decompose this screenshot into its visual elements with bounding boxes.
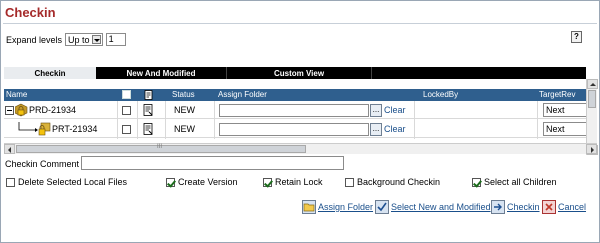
item-name[interactable]: PRT-21934 <box>52 120 97 138</box>
item-name[interactable]: PRD-21934 <box>29 101 76 119</box>
collapse-icon[interactable] <box>5 101 14 119</box>
checkin-label[interactable]: Checkin <box>507 202 540 212</box>
checkin-comment-label: Checkin Comment <box>5 159 80 169</box>
assign-folder-button[interactable]: Assign Folder <box>302 200 373 214</box>
delete-local-files-checkbox[interactable] <box>6 177 15 187</box>
option-label: Background Checkin <box>357 177 441 187</box>
document-status-icon <box>143 120 154 138</box>
row-checkbox[interactable] <box>122 120 131 138</box>
document-status-icon <box>143 101 154 119</box>
tab-bar: Checkin New And Modified Custom View <box>4 67 586 79</box>
clear-link[interactable]: Clear <box>384 105 406 115</box>
help-icon[interactable]: ? <box>571 31 582 43</box>
create-version-option[interactable]: Create Version <box>166 177 238 187</box>
tree-connector-icon <box>18 120 40 138</box>
row-checkbox[interactable] <box>122 101 131 119</box>
table-row[interactable]: PRD-21934 NEW ... Clear Next <box>4 101 587 119</box>
part-lock-icon <box>38 120 52 138</box>
browse-folder-button[interactable]: ... <box>370 104 382 117</box>
scroll-left-icon[interactable] <box>4 144 15 154</box>
assign-folder-input[interactable] <box>219 104 369 117</box>
column-target-rev[interactable]: TargetRev <box>539 89 575 101</box>
horizontal-scrollbar[interactable]: III <box>4 143 597 154</box>
scroll-right-icon[interactable] <box>586 144 597 154</box>
tab-checkin[interactable]: Checkin <box>4 67 96 79</box>
browse-folder-button[interactable]: ... <box>370 123 382 136</box>
folder-icon <box>302 200 316 214</box>
tab-custom-view[interactable]: Custom View <box>227 67 372 79</box>
scroll-thumb[interactable]: III <box>16 144 306 153</box>
document-status-icon <box>144 90 153 100</box>
expand-levels: Expand levels Up to 1 <box>6 33 126 46</box>
target-rev-select[interactable]: Next <box>543 103 587 117</box>
expand-level-input[interactable]: 1 <box>105 33 126 46</box>
checkin-dialog: Checkin Expand levels Up to 1 ? Checkin … <box>0 0 600 243</box>
checkmark-icon <box>375 200 389 214</box>
expand-mode-value: Up to <box>68 34 90 45</box>
delete-local-files-option[interactable]: Delete Selected Local Files <box>6 177 127 187</box>
chevron-down-icon[interactable] <box>91 35 101 44</box>
arrow-right-icon <box>491 200 505 214</box>
column-locked-by[interactable]: LockedBy <box>423 89 458 101</box>
tab-bar-filler <box>372 67 586 79</box>
option-label: Retain Lock <box>275 177 323 187</box>
target-rev-select[interactable]: Next <box>543 122 587 136</box>
clear-link[interactable]: Clear <box>384 124 406 134</box>
background-checkin-option[interactable]: Background Checkin <box>345 177 440 187</box>
tab-new-and-modified[interactable]: New And Modified <box>96 67 227 79</box>
table-row[interactable]: PRT-21934 NEW ... Clear Next <box>4 120 587 138</box>
assign-folder-label[interactable]: Assign Folder <box>318 202 373 212</box>
select-new-and-modified-label[interactable]: Select New and Modified <box>391 202 491 212</box>
status-value: NEW <box>174 124 195 134</box>
cancel-label[interactable]: Cancel <box>558 202 586 212</box>
checkin-comment-input[interactable] <box>81 156 344 170</box>
select-all-children-checkbox[interactable] <box>472 177 481 187</box>
scroll-thumb[interactable] <box>588 90 596 108</box>
expand-levels-label: Expand levels <box>6 34 63 45</box>
cancel-button[interactable]: Cancel <box>542 200 586 214</box>
column-assign-folder[interactable]: Assign Folder <box>218 89 267 101</box>
grid-header: Name Status Assign Folder LockedBy Targe… <box>4 89 586 101</box>
close-icon <box>542 200 556 214</box>
scroll-grip: III <box>157 144 163 150</box>
assign-folder-input[interactable] <box>219 123 369 136</box>
create-version-checkbox[interactable] <box>166 177 175 187</box>
select-new-and-modified-button[interactable]: Select New and Modified <box>375 200 491 214</box>
background-checkin-checkbox[interactable] <box>345 177 354 187</box>
expand-mode-select[interactable]: Up to <box>65 33 103 46</box>
product-lock-icon <box>15 101 30 119</box>
option-label: Create Version <box>178 177 238 187</box>
select-all-checkbox[interactable] <box>122 90 131 99</box>
retain-lock-option[interactable]: Retain Lock <box>263 177 323 187</box>
option-label: Select all Children <box>484 177 557 187</box>
status-value: NEW <box>174 105 195 115</box>
column-status[interactable]: Status <box>172 89 195 101</box>
checkin-button[interactable]: Checkin <box>491 200 540 214</box>
title-divider <box>3 23 597 24</box>
page-title: Checkin <box>5 5 56 20</box>
select-all-children-option[interactable]: Select all Children <box>472 177 557 187</box>
scroll-up-icon[interactable] <box>587 79 598 89</box>
option-label: Delete Selected Local Files <box>18 177 128 187</box>
column-name[interactable]: Name <box>6 89 27 101</box>
retain-lock-checkbox[interactable] <box>263 177 272 187</box>
